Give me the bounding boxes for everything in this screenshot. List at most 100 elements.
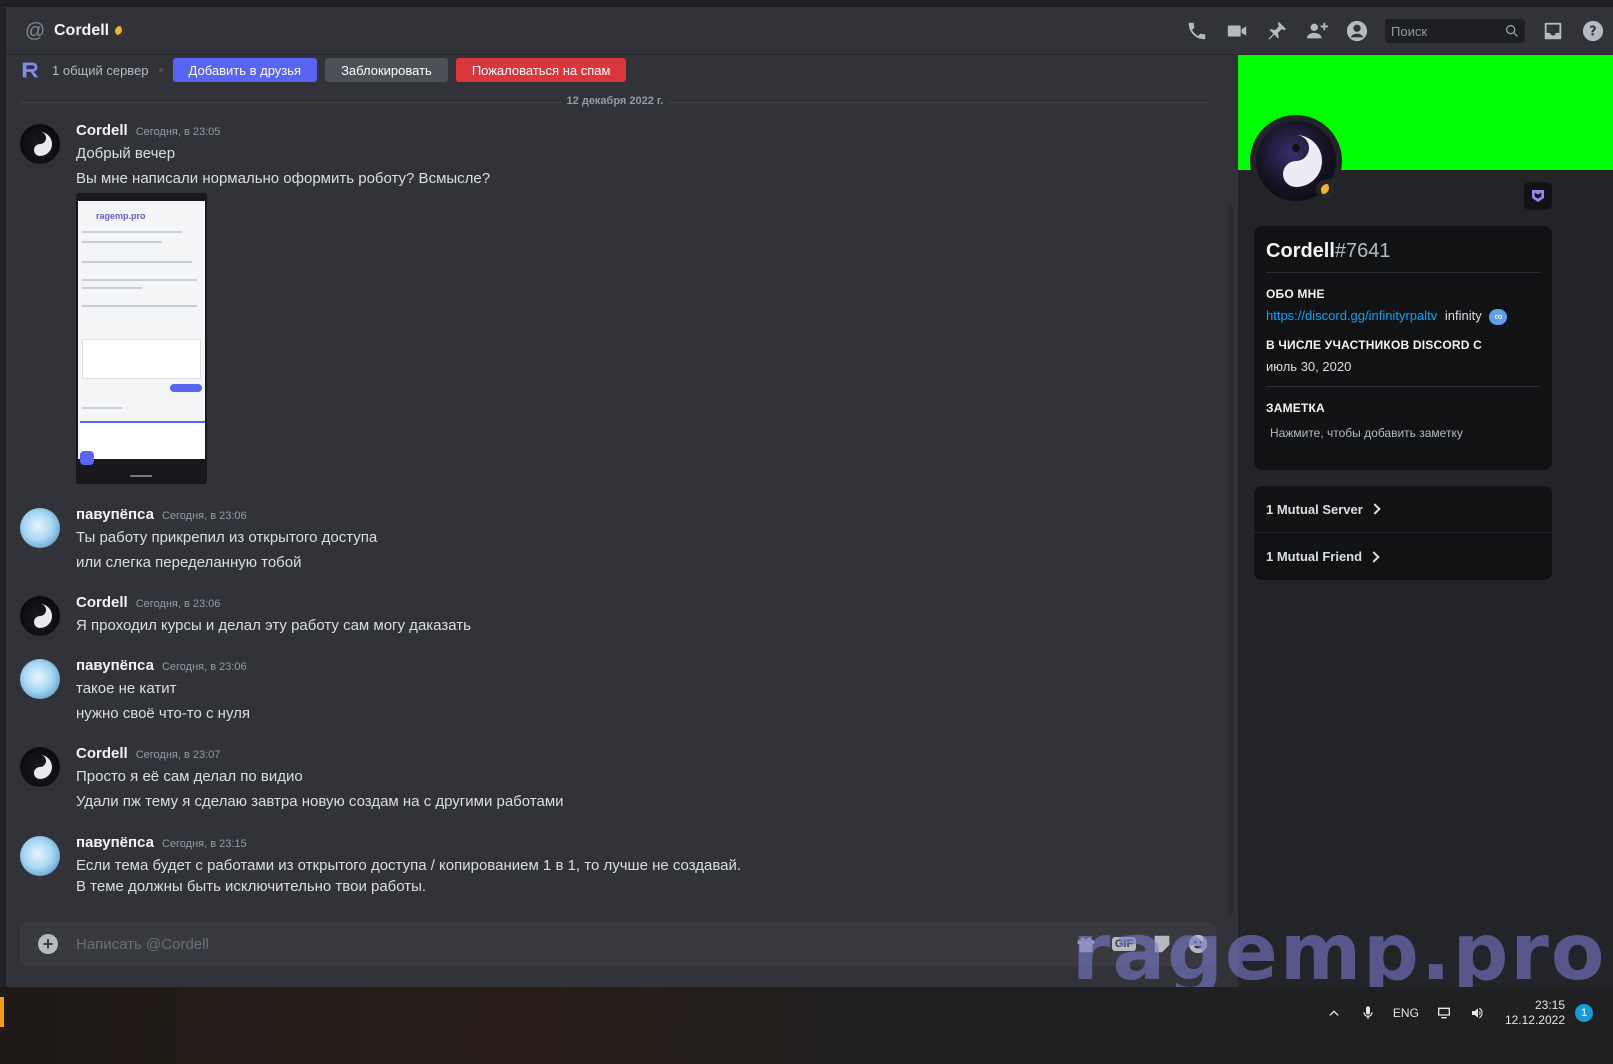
avatar[interactable] [20, 836, 60, 876]
help-icon[interactable]: ? [1581, 19, 1605, 43]
mutual-friend-label: 1 Mutual Friend [1266, 549, 1363, 564]
message-header: Cordell Сегодня, в 23:06 [76, 594, 220, 611]
message-text: Вы мне написали нормально оформить робот… [76, 170, 491, 187]
chevron-up-icon[interactable] [1325, 1004, 1343, 1022]
avatar[interactable] [20, 508, 60, 548]
date-divider-label: 12 декабря 2022 г. [562, 95, 668, 107]
windows-taskbar: ENG 23:15 12.12.2022 1 [0, 987, 1613, 1064]
message-header: Cordell Сегодня, в 23:07 [76, 745, 220, 762]
about-me-link[interactable]: https://discord.gg/infinityrpaltv [1266, 308, 1437, 323]
mutual-friend-row[interactable]: 1 Mutual Friend [1254, 533, 1552, 580]
message-text: В теме должны быть исключительно твои ра… [76, 878, 427, 895]
profile-avatar[interactable] [1250, 115, 1342, 207]
chat-scrollbar[interactable] [1228, 205, 1234, 915]
timestamp: Сегодня, в 23:06 [161, 510, 247, 522]
avatar[interactable] [20, 124, 60, 164]
idle-status-icon [115, 25, 126, 36]
message-header: Cordell Сегодня, в 23:05 [76, 122, 220, 139]
discriminator: #7641 [1334, 240, 1391, 262]
preview-discord-icon [80, 451, 94, 465]
nitro-badge-icon[interactable] [1524, 182, 1552, 210]
add-friend-to-dm-icon[interactable] [1305, 19, 1329, 43]
block-button[interactable]: Заблокировать [325, 58, 448, 82]
preview-line [82, 305, 197, 307]
author-name[interactable]: Cordell [76, 594, 128, 611]
dm-title: Cordell [54, 21, 110, 39]
author-name[interactable]: Cordell [76, 122, 128, 139]
server-logo-icon [22, 62, 39, 78]
preview-reply-button [170, 384, 202, 392]
video-call-icon[interactable] [1225, 19, 1249, 43]
message-text: или слегка переделанную тобой [76, 554, 302, 571]
chevron-right-icon [1368, 550, 1380, 563]
note-input[interactable]: Нажмите, чтобы добавить заметку [1270, 426, 1463, 440]
mutual-card: 1 Mutual Server 1 Mutual Friend [1254, 486, 1552, 580]
attach-plus-icon[interactable]: + [38, 934, 58, 954]
voice-call-icon[interactable] [1185, 19, 1209, 43]
profile-username[interactable]: Cordell#7641 [1266, 240, 1391, 263]
relationship-bar: 1 общий сервер Добавить в друзья Заблоки… [20, 57, 634, 83]
message-text: Если тема будет с работами из открытого … [76, 857, 742, 874]
author-name[interactable]: павупёпса [76, 834, 154, 851]
preview-site-title: ragemp.pro [96, 211, 146, 221]
clock-time: 23:15 [1534, 998, 1565, 1012]
about-me-text: https://discord.gg/infinityrpaltv infini… [1266, 308, 1508, 325]
message-text: Добрый вечер [76, 145, 176, 162]
microphone-icon[interactable] [1359, 1004, 1377, 1022]
note-label: ЗАМЕТКА [1266, 401, 1325, 415]
yin-yang-avatar-icon [34, 132, 52, 156]
avatar[interactable] [20, 596, 60, 636]
avatar[interactable] [20, 659, 60, 699]
timestamp: Сегодня, в 23:05 [135, 126, 221, 138]
pin-icon[interactable] [1265, 19, 1289, 43]
mutual-server-label: 1 Mutual Server [1266, 501, 1363, 517]
search-icon [1504, 23, 1520, 39]
mutual-server-row[interactable]: 1 Mutual Server [1254, 486, 1552, 533]
timestamp: Сегодня, в 23:07 [135, 749, 221, 761]
image-attachment[interactable]: ragemp.pro [76, 193, 207, 484]
divider [1266, 272, 1540, 273]
preview-line [82, 261, 192, 263]
add-friend-button[interactable]: Добавить в друзья [172, 58, 318, 82]
report-spam-button[interactable]: Пожаловаться на спам [455, 58, 627, 82]
idle-status-indicator [1316, 179, 1338, 201]
taskbar-background [0, 987, 900, 1064]
timestamp: Сегодня, в 23:06 [161, 661, 247, 673]
network-icon[interactable] [1435, 1004, 1453, 1022]
mutual-servers-link[interactable]: 1 общий сервер [52, 63, 149, 78]
username: Cordell [1266, 240, 1335, 262]
author-name[interactable]: павупёпса [76, 506, 154, 523]
svg-text:?: ? [1589, 25, 1596, 40]
inbox-icon[interactable] [1541, 19, 1565, 43]
clock[interactable]: 23:15 12.12.2022 [1505, 998, 1565, 1028]
chat-area: 1 общий сервер Добавить в друзья Заблоки… [6, 55, 1238, 1017]
author-name[interactable]: Cordell [76, 745, 128, 762]
preview-reply-box [82, 339, 201, 379]
divider [1266, 386, 1540, 387]
member-since-label: В ЧИСЛЕ УЧАСТНИКОВ DISCORD С [1266, 338, 1483, 352]
search-box[interactable] [1385, 19, 1525, 43]
app-indicator[interactable] [0, 997, 4, 1027]
screenshot-preview: ragemp.pro [78, 201, 205, 465]
language-indicator[interactable]: ENG [1393, 1006, 1419, 1020]
notification-badge[interactable]: 1 [1575, 1004, 1593, 1022]
infinity-emoji-icon: ∞ [1489, 308, 1508, 325]
preview-home-bar [130, 475, 152, 477]
yin-yang-avatar-icon [34, 604, 52, 628]
message-text: такое не катит [76, 680, 177, 697]
member-since-date: июль 30, 2020 [1266, 359, 1352, 374]
message-input[interactable] [76, 922, 976, 966]
system-tray: ENG 23:15 12.12.2022 1 [1317, 995, 1593, 1031]
message-header: павупёпса Сегодня, в 23:06 [76, 657, 247, 674]
author-name[interactable]: павупёпса [76, 657, 154, 674]
preview-banner [80, 421, 205, 459]
user-profile-toggle-icon[interactable] [1345, 19, 1369, 43]
avatar[interactable] [20, 747, 60, 787]
volume-icon[interactable] [1469, 1004, 1487, 1022]
at-icon: @ [24, 19, 46, 42]
message-text: нужно своё что-то с нуля [76, 705, 250, 722]
about-me-word: infinity [1444, 308, 1482, 323]
user-profile-panel: Cordell#7641 ОБО МНЕ https://discord.gg/… [1238, 55, 1613, 1017]
dm-header: @ Cordell ? [6, 7, 1613, 55]
clock-date: 12.12.2022 [1504, 1013, 1565, 1027]
